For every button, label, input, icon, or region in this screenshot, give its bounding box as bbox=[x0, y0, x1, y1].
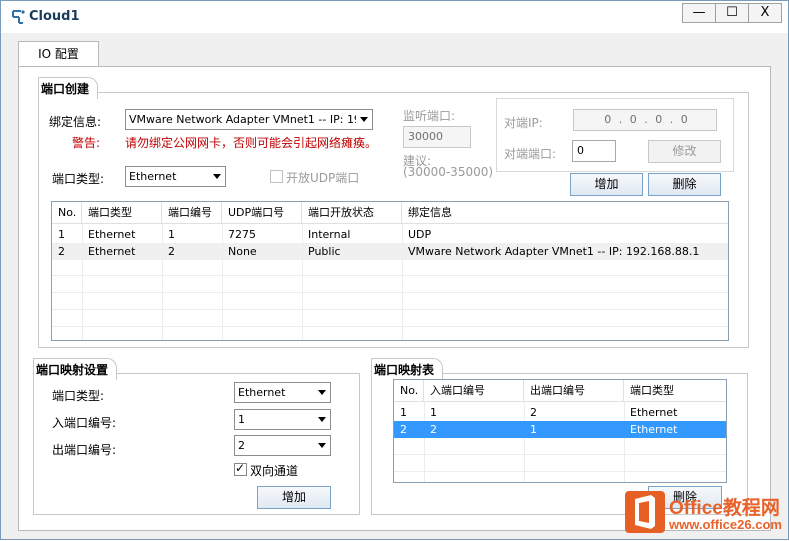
add-mapping-button[interactable]: 增加 bbox=[257, 486, 331, 509]
peer-ip-input[interactable]: 0 . 0 . 0 . 0 bbox=[573, 109, 717, 131]
tab-io-config[interactable]: IO 配置 bbox=[18, 41, 99, 67]
watermark: Office教程网 www.office26.com bbox=[625, 491, 789, 541]
map-port-type-label: 端口类型: bbox=[52, 389, 105, 403]
table-row[interactable]: 1 1 2 Ethernet bbox=[394, 404, 726, 421]
column-header[interactable]: No. bbox=[52, 202, 82, 224]
port-table: No. 端口类型 端口编号 UDP端口号 端口开放状态 绑定信息 1 Ether… bbox=[51, 201, 729, 341]
peer-port-input[interactable]: 0 bbox=[572, 140, 616, 162]
column-header[interactable]: 端口类型 bbox=[82, 202, 162, 224]
chevron-down-icon bbox=[318, 417, 326, 422]
modify-button[interactable]: 修改 bbox=[648, 140, 721, 163]
chevron-down-icon bbox=[318, 390, 326, 395]
close-button[interactable]: X bbox=[748, 3, 782, 23]
office-logo-icon bbox=[625, 491, 665, 533]
mapping-settings-title: 端口映射设置 bbox=[33, 358, 118, 380]
mapping-table-header: No. 入端口编号 出端口编号 端口类型 bbox=[394, 380, 726, 402]
minimize-button[interactable]: — bbox=[682, 3, 716, 23]
port-creation-title: 端口创建 bbox=[38, 77, 99, 99]
column-header[interactable]: 绑定信息 bbox=[402, 202, 728, 224]
chevron-down-icon bbox=[213, 174, 221, 179]
map-port-type-select[interactable]: Ethernet bbox=[234, 382, 331, 403]
table-row-selected[interactable]: 2 2 1 Ethernet bbox=[394, 421, 726, 438]
title-bar: Cloud1 — ☐ X bbox=[1, 1, 788, 33]
bind-info-label: 绑定信息: bbox=[49, 115, 102, 129]
maximize-icon: ☐ bbox=[726, 5, 738, 20]
bidirectional-checkbox[interactable] bbox=[234, 461, 247, 476]
warning-label: 警告: bbox=[72, 136, 101, 150]
listen-port-label: 监听端口: bbox=[403, 109, 456, 123]
mapping-table-title: 端口映射表 bbox=[371, 358, 444, 380]
peer-port-label: 对端端口: bbox=[504, 147, 557, 161]
column-header[interactable]: UDP端口号 bbox=[222, 202, 302, 224]
column-header[interactable]: 端口开放状态 bbox=[302, 202, 402, 224]
column-header[interactable]: 端口类型 bbox=[624, 380, 726, 402]
bidirectional-label: 双向通道 bbox=[250, 464, 299, 478]
peer-ip-label: 对端IP: bbox=[504, 116, 543, 130]
cloud-app-icon bbox=[12, 10, 25, 24]
listen-port-input[interactable]: 30000 bbox=[403, 126, 471, 148]
port-type-label: 端口类型: bbox=[52, 172, 105, 186]
open-udp-label: 开放UDP端口 bbox=[286, 171, 360, 185]
column-header[interactable]: 入端口编号 bbox=[424, 380, 524, 402]
in-port-select[interactable]: 1 bbox=[234, 409, 331, 430]
minimize-icon: — bbox=[692, 5, 706, 20]
column-header[interactable]: 出端口编号 bbox=[524, 380, 624, 402]
table-row[interactable]: 1 Ethernet 1 7275 Internal UDP bbox=[52, 226, 728, 243]
add-port-button[interactable]: 增加 bbox=[570, 173, 643, 196]
cloud-window: Cloud1 — ☐ X IO 配置 端口创建 绑定信息: VMware Net… bbox=[0, 0, 789, 540]
port-table-header: No. 端口类型 端口编号 UDP端口号 端口开放状态 绑定信息 bbox=[52, 202, 728, 224]
column-header[interactable]: 端口编号 bbox=[162, 202, 222, 224]
warning-text: 请勿绑定公网网卡，否则可能会引起网络瘫痪。 bbox=[125, 136, 378, 150]
out-port-select[interactable]: 2 bbox=[234, 435, 331, 456]
in-port-label: 入端口编号: bbox=[52, 416, 117, 430]
port-type-select[interactable]: Ethernet bbox=[125, 166, 226, 187]
column-header[interactable]: No. bbox=[394, 380, 424, 402]
close-icon: X bbox=[760, 5, 770, 20]
chevron-down-icon bbox=[318, 443, 326, 448]
out-port-label: 出端口编号: bbox=[52, 443, 117, 457]
chevron-down-icon bbox=[360, 117, 368, 122]
open-udp-checkbox[interactable] bbox=[270, 170, 283, 183]
bind-info-select[interactable]: VMware Network Adapter VMnet1 -- IP: 192… bbox=[125, 109, 373, 130]
io-config-panel: 端口创建 绑定信息: VMware Network Adapter VMnet1… bbox=[18, 66, 771, 531]
window-title: Cloud1 bbox=[29, 9, 80, 24]
mapping-table: No. 入端口编号 出端口编号 端口类型 1 1 2 Ethernet 2 2 … bbox=[393, 379, 727, 483]
watermark-url: www.office26.com bbox=[669, 517, 782, 532]
suggest-range: (30000-35000) bbox=[403, 165, 494, 179]
maximize-button[interactable]: ☐ bbox=[715, 3, 749, 23]
watermark-title: Office教程网 bbox=[669, 498, 780, 519]
table-row[interactable]: 2 Ethernet 2 None Public VMware Network … bbox=[52, 243, 728, 260]
delete-port-button[interactable]: 删除 bbox=[648, 173, 721, 196]
